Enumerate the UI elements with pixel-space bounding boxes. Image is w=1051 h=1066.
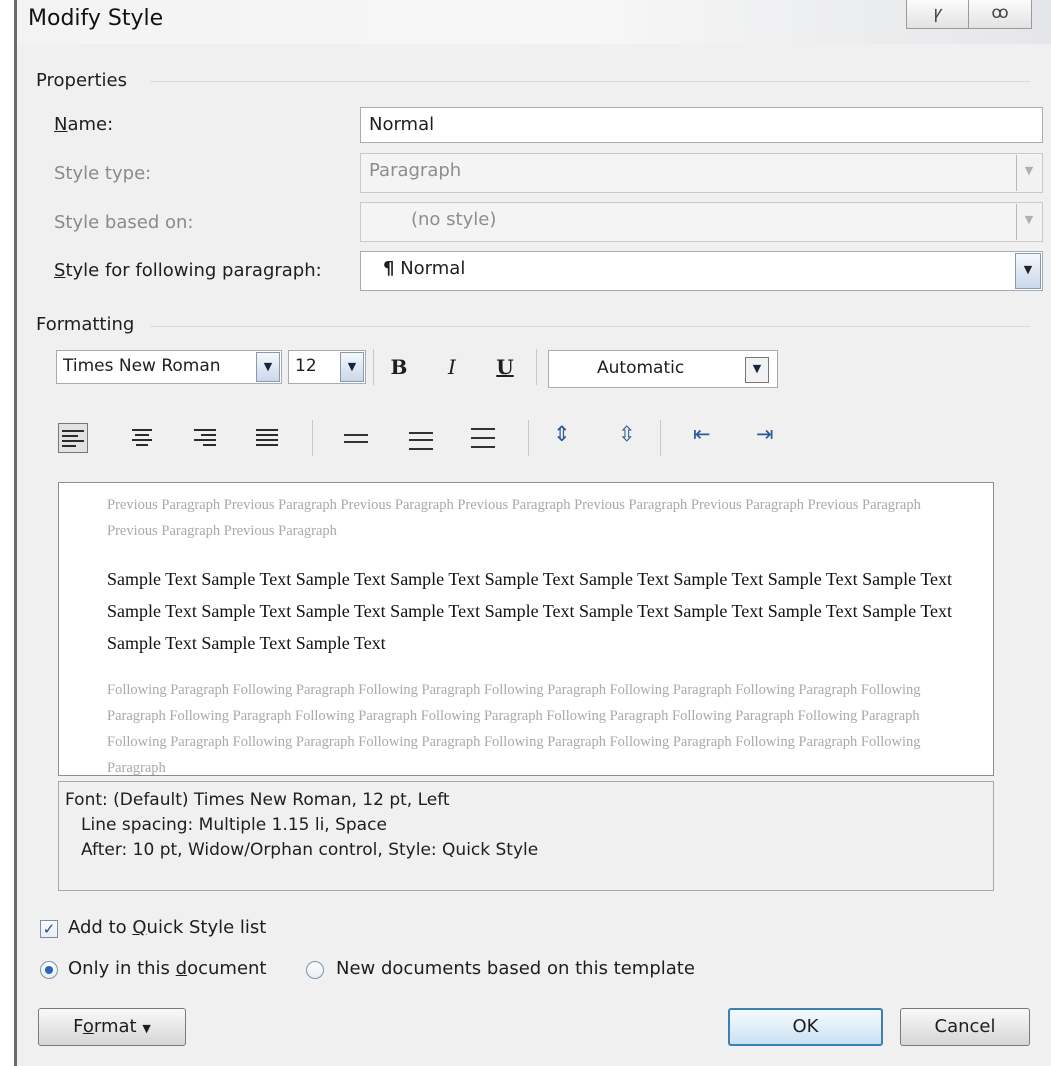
toolbar-separator <box>536 349 537 385</box>
style-based-on-value: (no style) <box>411 209 497 230</box>
new-documents-radio[interactable] <box>306 961 324 979</box>
style-based-on-label: Style based on: <box>54 212 194 233</box>
decrease-paragraph-spacing-icon[interactable]: ⇳ <box>618 422 636 446</box>
formatting-separator <box>150 326 1030 327</box>
chevron-down-icon: ▼ <box>1016 204 1041 240</box>
description-line: After: 10 pt, Widow/Orphan control, Styl… <box>81 840 539 860</box>
toolbar-separator <box>528 420 529 456</box>
align-right-button[interactable] <box>191 423 221 453</box>
bold-button[interactable]: B <box>386 355 412 379</box>
style-following-value: Normal <box>400 258 466 279</box>
single-spacing-button[interactable] <box>344 434 368 448</box>
toolbar-separator <box>373 349 374 385</box>
style-preview: Previous Paragraph Previous Paragraph Pr… <box>58 482 994 776</box>
style-type-value: Paragraph <box>369 160 462 181</box>
window-edge <box>0 0 17 1066</box>
style-description: Font: (Default) Times New Roman, 12 pt, … <box>58 781 994 891</box>
style-following-label: Style for following paragraph: <box>54 260 322 281</box>
chevron-down-icon: ▼ <box>340 352 364 382</box>
name-label: Name: <box>54 114 114 135</box>
new-documents-label: New documents based on this template <box>336 958 695 979</box>
justify-button[interactable] <box>253 423 283 453</box>
help-button[interactable]: ꝩ <box>906 0 970 29</box>
style-type-select: Paragraph ▼ <box>360 153 1043 193</box>
one-half-spacing-button[interactable] <box>409 432 433 455</box>
style-following-select[interactable]: ¶ Normal ▼ <box>360 251 1043 291</box>
sample-text: Sample Text Sample Text Sample Text Samp… <box>107 569 953 653</box>
paragraph-mark-icon: ¶ <box>383 258 395 279</box>
properties-heading: Properties <box>36 70 127 91</box>
font-name-value: Times New Roman <box>63 356 221 376</box>
dialog-title: Modify Style <box>28 6 164 31</box>
font-size-select[interactable]: 12 ▼ <box>288 350 366 384</box>
only-this-document-label: Only in this document <box>68 958 267 979</box>
align-left-button[interactable] <box>58 423 88 453</box>
description-line: Line spacing: Multiple 1.15 li, Space <box>81 815 387 835</box>
formatting-heading: Formatting <box>36 314 135 335</box>
font-color-value: Automatic <box>597 358 685 378</box>
style-type-label: Style type: <box>54 163 152 184</box>
previous-paragraph-text: Previous Paragraph Previous Paragraph Pr… <box>107 497 921 539</box>
align-center-button[interactable] <box>127 423 157 453</box>
double-spacing-button[interactable] <box>471 428 495 453</box>
toolbar-separator <box>660 420 661 456</box>
toolbar-separator <box>312 420 313 456</box>
add-quick-style-label: Add to Quick Style list <box>68 917 267 938</box>
properties-separator <box>150 81 1030 82</box>
ok-button[interactable]: OK <box>728 1008 883 1046</box>
italic-button[interactable]: I <box>439 355 465 379</box>
underline-button[interactable]: U <box>492 355 518 379</box>
increase-indent-icon[interactable]: ⇥ <box>756 422 774 446</box>
name-input[interactable]: Normal <box>360 107 1043 143</box>
title-bar <box>17 0 1051 44</box>
font-size-value: 12 <box>295 356 317 376</box>
font-name-select[interactable]: Times New Roman ▼ <box>56 350 282 384</box>
font-color-select[interactable]: Automatic ▼ <box>548 350 778 388</box>
chevron-down-icon: ▼ <box>1015 253 1041 289</box>
chevron-down-icon: ▼ <box>256 352 280 382</box>
chevron-down-icon: ▼ <box>745 357 769 383</box>
style-based-on-select: (no style) ▼ <box>360 202 1043 242</box>
chevron-down-icon: ▼ <box>142 1022 151 1035</box>
close-button[interactable]: ꝏ <box>968 0 1032 29</box>
chevron-down-icon: ▼ <box>1016 155 1041 191</box>
decrease-indent-icon[interactable]: ⇤ <box>693 422 711 446</box>
add-quick-style-checkbox[interactable]: ✓ <box>40 920 58 938</box>
description-line: Font: (Default) Times New Roman, 12 pt, … <box>65 790 450 810</box>
format-button[interactable]: Format ▼ <box>38 1008 186 1046</box>
increase-paragraph-spacing-icon[interactable]: ⇕ <box>553 422 571 446</box>
only-this-document-radio[interactable] <box>40 961 58 979</box>
following-paragraph-text: Following Paragraph Following Paragraph … <box>107 682 921 776</box>
cancel-button[interactable]: Cancel <box>900 1008 1030 1046</box>
